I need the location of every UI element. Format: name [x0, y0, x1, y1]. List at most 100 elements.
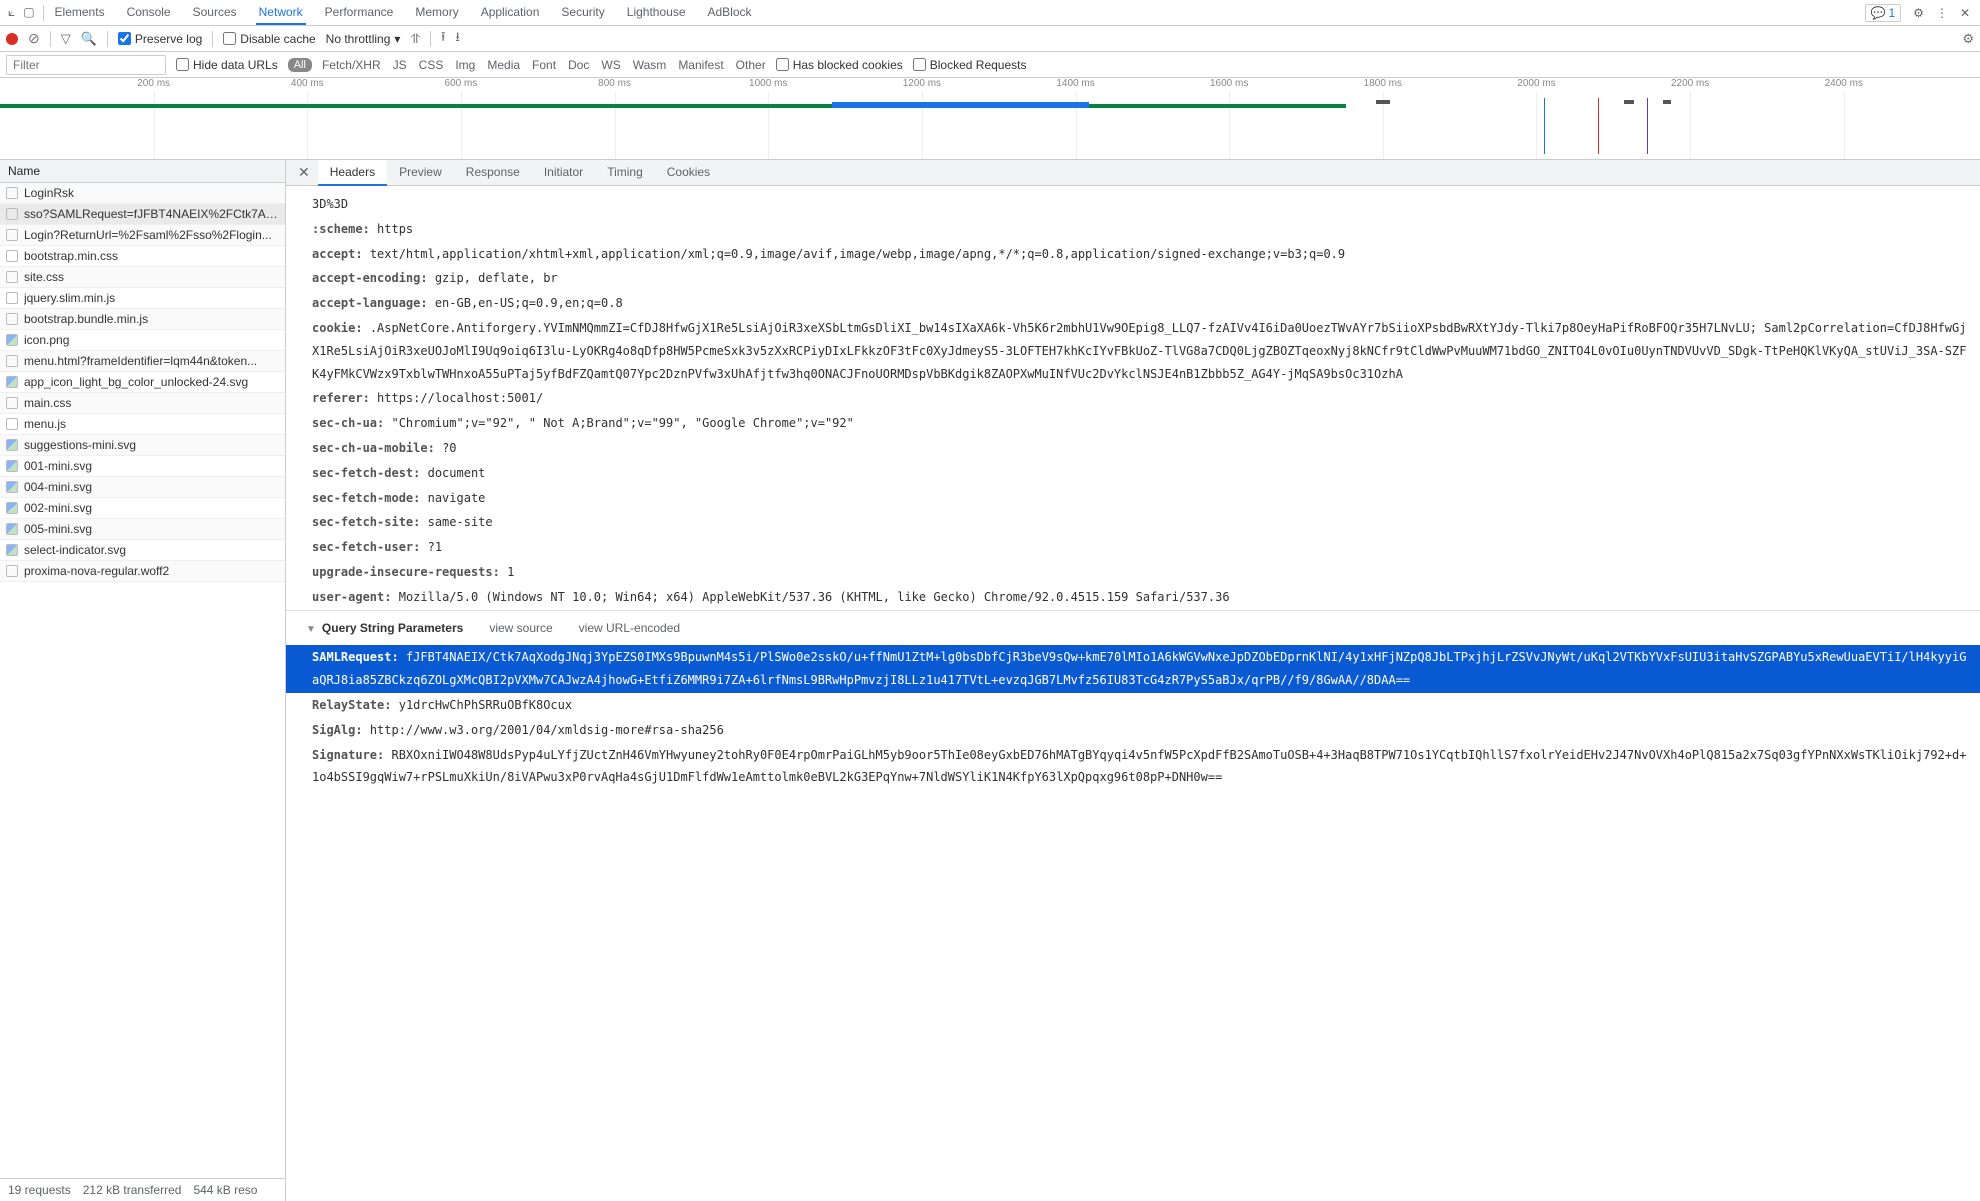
filter-type-ws[interactable]: WS [601, 58, 620, 72]
blocked-cookies-checkbox[interactable]: Has blocked cookies [776, 58, 903, 72]
header-row[interactable]: :scheme: https [286, 217, 1980, 242]
hide-data-urls-checkbox[interactable]: Hide data URLs [176, 58, 278, 72]
filter-type-media[interactable]: Media [487, 58, 520, 72]
more-icon[interactable]: ⋮ [1936, 6, 1948, 20]
import-icon[interactable]: ⭱ [441, 28, 446, 50]
query-params-header[interactable]: ▼Query String Parametersview sourceview … [286, 610, 1980, 646]
record-button[interactable] [6, 33, 18, 45]
header-row[interactable]: accept-encoding: gzip, deflate, br [286, 266, 1980, 291]
header-row[interactable]: sec-fetch-mode: navigate [286, 486, 1980, 511]
request-row[interactable]: select-indicator.svg [0, 540, 285, 561]
tab-elements[interactable]: Elements [52, 1, 108, 25]
close-details-icon[interactable]: ✕ [290, 164, 318, 181]
request-row[interactable]: main.css [0, 393, 285, 414]
gear-icon[interactable]: ⚙ [1913, 6, 1924, 20]
tab-console[interactable]: Console [124, 1, 174, 25]
header-row[interactable]: accept: text/html,application/xhtml+xml,… [286, 242, 1980, 267]
request-row[interactable]: suggestions-mini.svg [0, 435, 285, 456]
query-param-row[interactable]: SigAlg: http://www.w3.org/2001/04/xmldsi… [286, 718, 1980, 743]
header-row[interactable]: referer: https://localhost:5001/ [286, 386, 1980, 411]
request-row[interactable]: 001-mini.svg [0, 456, 285, 477]
tab-adblock[interactable]: AdBlock [705, 1, 755, 25]
header-row[interactable]: sec-ch-ua: "Chromium";v="92", " Not A;Br… [286, 411, 1980, 436]
header-row[interactable]: sec-fetch-user: ?1 [286, 535, 1980, 560]
export-icon[interactable]: ⭳ [455, 28, 460, 50]
request-row[interactable]: menu.js [0, 414, 285, 435]
filter-type-js[interactable]: JS [393, 58, 407, 72]
header-row[interactable]: sec-ch-ua-mobile: ?0 [286, 436, 1980, 461]
search-icon[interactable]: 🔍 [81, 31, 97, 47]
filter-type-fetch-xhr[interactable]: Fetch/XHR [322, 58, 381, 72]
request-row[interactable]: bootstrap.bundle.min.js [0, 309, 285, 330]
name-column-header[interactable]: Name [0, 160, 285, 183]
throttling-select[interactable]: No throttling ▾ [326, 32, 401, 46]
filter-all[interactable]: All [288, 58, 312, 72]
tab-application[interactable]: Application [478, 1, 543, 25]
inspect-icon[interactable]: ⟀ [8, 5, 15, 20]
request-row[interactable]: jquery.slim.min.js [0, 288, 285, 309]
settings-icon[interactable]: ⚙ [1962, 31, 1974, 47]
request-row[interactable]: menu.html?frameIdentifier=lqm44n&token..… [0, 351, 285, 372]
detail-tab-preview[interactable]: Preview [387, 160, 454, 186]
preserve-log-checkbox[interactable]: Preserve log [118, 32, 202, 46]
filter-type-manifest[interactable]: Manifest [678, 58, 723, 72]
filter-type-wasm[interactable]: Wasm [633, 58, 667, 72]
detail-tab-timing[interactable]: Timing [595, 160, 655, 186]
request-row[interactable]: 004-mini.svg [0, 477, 285, 498]
header-row[interactable]: user-agent: Mozilla/5.0 (Windows NT 10.0… [286, 585, 1980, 610]
filter-type-img[interactable]: Img [455, 58, 475, 72]
detail-tab-headers[interactable]: Headers [318, 160, 387, 186]
request-row[interactable]: bootstrap.min.css [0, 246, 285, 267]
file-icon [6, 460, 18, 472]
query-param-row[interactable]: Signature: RBXOxniIWO48W8UdsPyp4uLYfjZUc… [286, 743, 1980, 791]
wifi-icon[interactable]: ⥣ [410, 31, 419, 47]
request-row[interactable]: site.css [0, 267, 285, 288]
tab-performance[interactable]: Performance [322, 1, 397, 25]
header-row[interactable]: cookie: .AspNetCore.Antiforgery.YVImNMQm… [286, 316, 1980, 386]
request-row[interactable]: app_icon_light_bg_color_unlocked-24.svg [0, 372, 285, 393]
filter-type-font[interactable]: Font [532, 58, 556, 72]
timeline-tick: 1000 ms [749, 78, 787, 89]
request-row[interactable]: LoginRsk [0, 183, 285, 204]
disable-cache-checkbox[interactable]: Disable cache [223, 32, 315, 46]
header-row[interactable]: upgrade-insecure-requests: 1 [286, 560, 1980, 585]
request-row[interactable]: Login?ReturnUrl=%2Fsaml%2Fsso%2Flogin... [0, 225, 285, 246]
request-row[interactable]: proxima-nova-regular.woff2 [0, 561, 285, 582]
view-source-link[interactable]: view source [489, 617, 552, 640]
tab-network[interactable]: Network [256, 1, 306, 25]
detail-tab-initiator[interactable]: Initiator [532, 160, 595, 186]
tab-sources[interactable]: Sources [190, 1, 240, 25]
messages-badge[interactable]: 💬 1 [1865, 4, 1902, 22]
timeline-tick: 200 ms [137, 78, 170, 89]
tab-memory[interactable]: Memory [412, 1, 461, 25]
tab-security[interactable]: Security [558, 1, 607, 25]
request-row[interactable]: 005-mini.svg [0, 519, 285, 540]
filter-icon[interactable]: ▽ [61, 31, 71, 47]
request-row[interactable]: 002-mini.svg [0, 498, 285, 519]
blocked-requests-checkbox[interactable]: Blocked Requests [913, 58, 1027, 72]
header-row[interactable]: sec-fetch-site: same-site [286, 510, 1980, 535]
header-row[interactable]: accept-language: en-GB,en-US;q=0.9,en;q=… [286, 291, 1980, 316]
request-name: Login?ReturnUrl=%2Fsaml%2Fsso%2Flogin... [24, 228, 272, 242]
header-row[interactable]: 3D%3D [286, 192, 1980, 217]
header-row[interactable]: sec-fetch-dest: document [286, 461, 1980, 486]
network-timeline[interactable]: 200 ms400 ms600 ms800 ms1000 ms1200 ms14… [0, 78, 1980, 160]
view-url-encoded-link[interactable]: view URL-encoded [579, 617, 680, 640]
detail-tab-response[interactable]: Response [454, 160, 532, 186]
filter-input[interactable] [6, 55, 166, 75]
timeline-tick: 1800 ms [1364, 78, 1402, 89]
filter-type-doc[interactable]: Doc [568, 58, 589, 72]
clear-icon[interactable]: ⊘ [28, 30, 40, 47]
request-row[interactable]: icon.png [0, 330, 285, 351]
close-icon[interactable]: ✕ [1960, 6, 1970, 20]
filter-type-css[interactable]: CSS [419, 58, 444, 72]
detail-tab-cookies[interactable]: Cookies [655, 160, 722, 186]
tab-lighthouse[interactable]: Lighthouse [624, 1, 689, 25]
request-name: site.css [24, 270, 64, 284]
request-name: icon.png [24, 333, 69, 347]
request-row[interactable]: sso?SAMLRequest=fJFBT4NAEIX%2FCtk7Aq... [0, 204, 285, 225]
filter-type-other[interactable]: Other [736, 58, 766, 72]
device-toggle-icon[interactable]: ▢ [23, 5, 34, 20]
query-param-row[interactable]: RelayState: y1drcHwChPhSRRuOBfK8Ocux [286, 693, 1980, 718]
query-param-row[interactable]: SAMLRequest: fJFBT4NAEIX/Ctk7AqXodgJNqj3… [286, 645, 1980, 693]
